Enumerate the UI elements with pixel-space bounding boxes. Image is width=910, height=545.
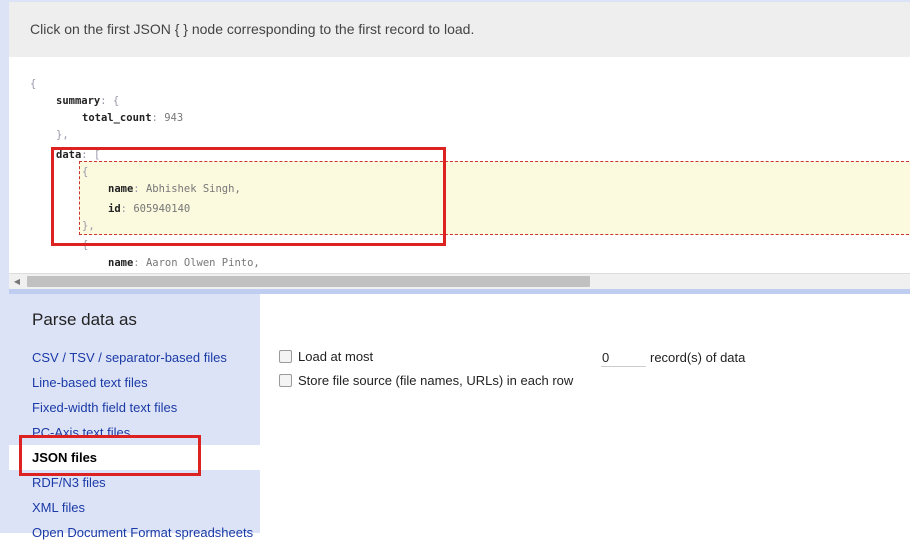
json-key: name <box>108 257 134 269</box>
json-separator: : <box>133 257 146 269</box>
json-line: }, <box>56 127 69 144</box>
sidebar-item-fixed-width-field-text-files[interactable]: Fixed-width field text files <box>9 395 260 420</box>
sidebar-title: Parse data as <box>32 310 137 329</box>
json-value: 943 <box>164 112 184 124</box>
scroll-left-arrow-icon[interactable]: ◀ <box>9 274 25 289</box>
json-punctuation: : { <box>100 95 120 107</box>
sidebar-item-xml-files[interactable]: XML files <box>9 495 260 520</box>
load-at-most-label: Load at most <box>298 349 374 364</box>
sidebar-item-csv-tsv-separator-based-files[interactable]: CSV / TSV / separator-based files <box>9 345 260 370</box>
first-record-callout-box <box>51 147 446 246</box>
json-files-callout-box <box>19 435 201 476</box>
instruction-text: Click on the first JSON { } node corresp… <box>30 21 475 37</box>
store-source-row: Store file source (file names, URLs) in … <box>279 371 573 391</box>
json-line: { <box>30 76 36 93</box>
json-key: total_count <box>82 112 152 124</box>
json-separator: : <box>151 112 165 124</box>
instruction-banner: Click on the first JSON { } node corresp… <box>9 2 910 57</box>
json-line: name: Aaron Olwen Pinto, <box>108 255 260 272</box>
records-suffix-label: record(s) of data <box>650 350 746 365</box>
sidebar-item-line-based-text-files[interactable]: Line-based text files <box>9 370 260 395</box>
json-line: total_count: 943 <box>82 110 183 127</box>
parse-options-panel: Load at most record(s) of data Store fil… <box>260 294 910 533</box>
json-line: summary: { <box>56 93 119 110</box>
window-left-border <box>0 0 9 533</box>
scrollbar-thumb[interactable] <box>27 276 590 287</box>
load-at-most-row: Load at most <box>279 347 373 367</box>
load-at-most-checkbox[interactable] <box>279 350 292 363</box>
horizontal-scrollbar[interactable]: ◀ <box>9 273 910 289</box>
json-preview-panel: {summary: {total_count: 943}, data: [{nam… <box>9 57 910 273</box>
json-punctuation: }, <box>56 129 69 141</box>
json-punctuation: { <box>30 78 37 90</box>
load-at-most-input[interactable] <box>601 349 646 367</box>
store-source-checkbox[interactable] <box>279 374 292 387</box>
json-key: summary <box>56 95 101 107</box>
parse-format-sidebar: Parse data as CSV / TSV / separator-base… <box>9 294 260 540</box>
store-source-label: Store file source (file names, URLs) in … <box>298 373 574 388</box>
json-value: Aaron Olwen Pinto, <box>145 257 260 269</box>
